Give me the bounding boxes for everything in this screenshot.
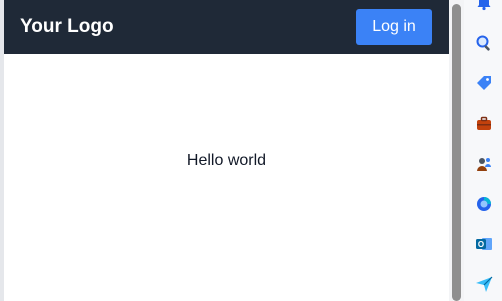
send-icon[interactable] [474,274,494,294]
copilot-icon[interactable] [474,194,494,214]
outlook-icon[interactable]: O [474,234,494,254]
hello-message: Hello world [186,152,267,169]
bell-icon[interactable] [474,0,494,12]
people-icon[interactable] [474,154,494,174]
scrollbar-thumb[interactable] [452,4,461,301]
top-navbar: Your Logo Log in [4,0,449,54]
briefcase-icon[interactable] [474,114,494,134]
logo-text[interactable]: Your Logo [20,16,114,38]
page-viewport: Your Logo Log in Hello world [4,0,449,301]
tag-icon[interactable] [474,73,494,93]
search-icon[interactable] [474,33,494,53]
svg-text:O: O [478,240,484,249]
login-button[interactable]: Log in [356,9,432,45]
